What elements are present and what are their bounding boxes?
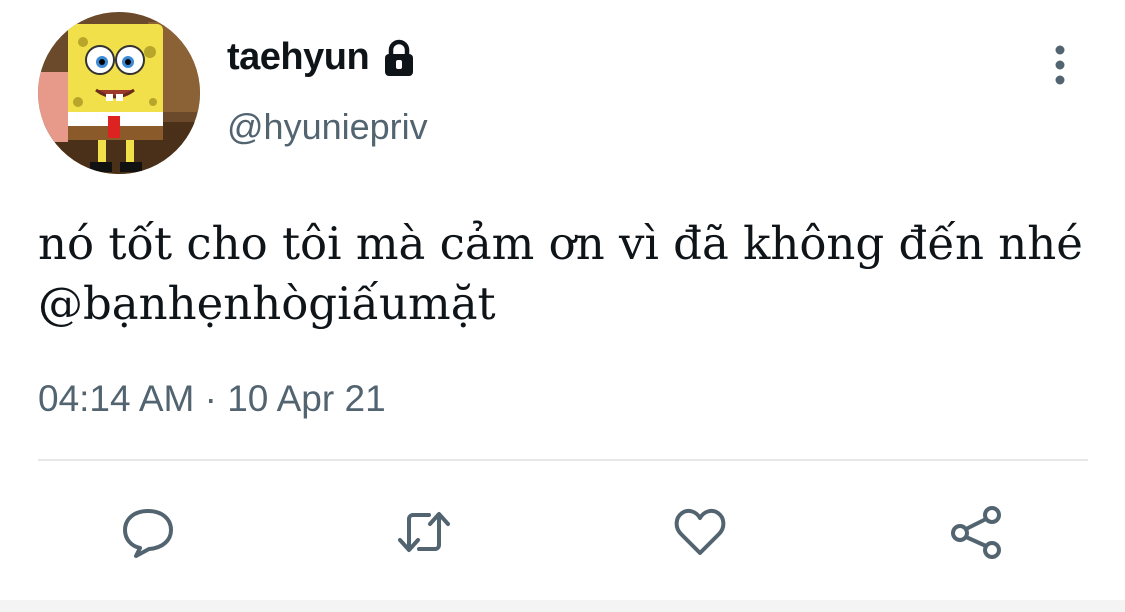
retweet-arrows-icon xyxy=(398,512,450,552)
author-handle[interactable]: @hyuniepriv xyxy=(227,106,428,148)
heart-icon xyxy=(674,508,726,555)
tweet-date: 10 Apr 21 xyxy=(227,378,386,419)
spongebob-avatar-icon xyxy=(38,12,200,174)
tweet-timestamp[interactable]: 04:14 AM · 10 Apr 21 xyxy=(38,378,386,420)
meta-separator: · xyxy=(204,378,217,419)
display-name[interactable]: taehyun xyxy=(227,36,370,79)
like-button[interactable] xyxy=(668,500,732,564)
retweet-button[interactable] xyxy=(392,500,456,564)
avatar[interactable] xyxy=(38,12,200,174)
divider xyxy=(38,459,1088,461)
more-options-icon[interactable] xyxy=(1045,40,1075,90)
share-button[interactable] xyxy=(944,500,1008,564)
lock-icon xyxy=(379,38,419,78)
reply-button[interactable] xyxy=(116,500,180,564)
bottom-strip xyxy=(0,600,1125,612)
speech-bubble-icon xyxy=(123,509,173,558)
share-nodes-icon xyxy=(951,506,1001,559)
tweet-text: nó tốt cho tôi mà cảm ơn vì đã không đến… xyxy=(38,217,1083,330)
tweet-time: 04:14 AM xyxy=(38,378,195,419)
author-name-row: taehyun xyxy=(227,36,419,79)
